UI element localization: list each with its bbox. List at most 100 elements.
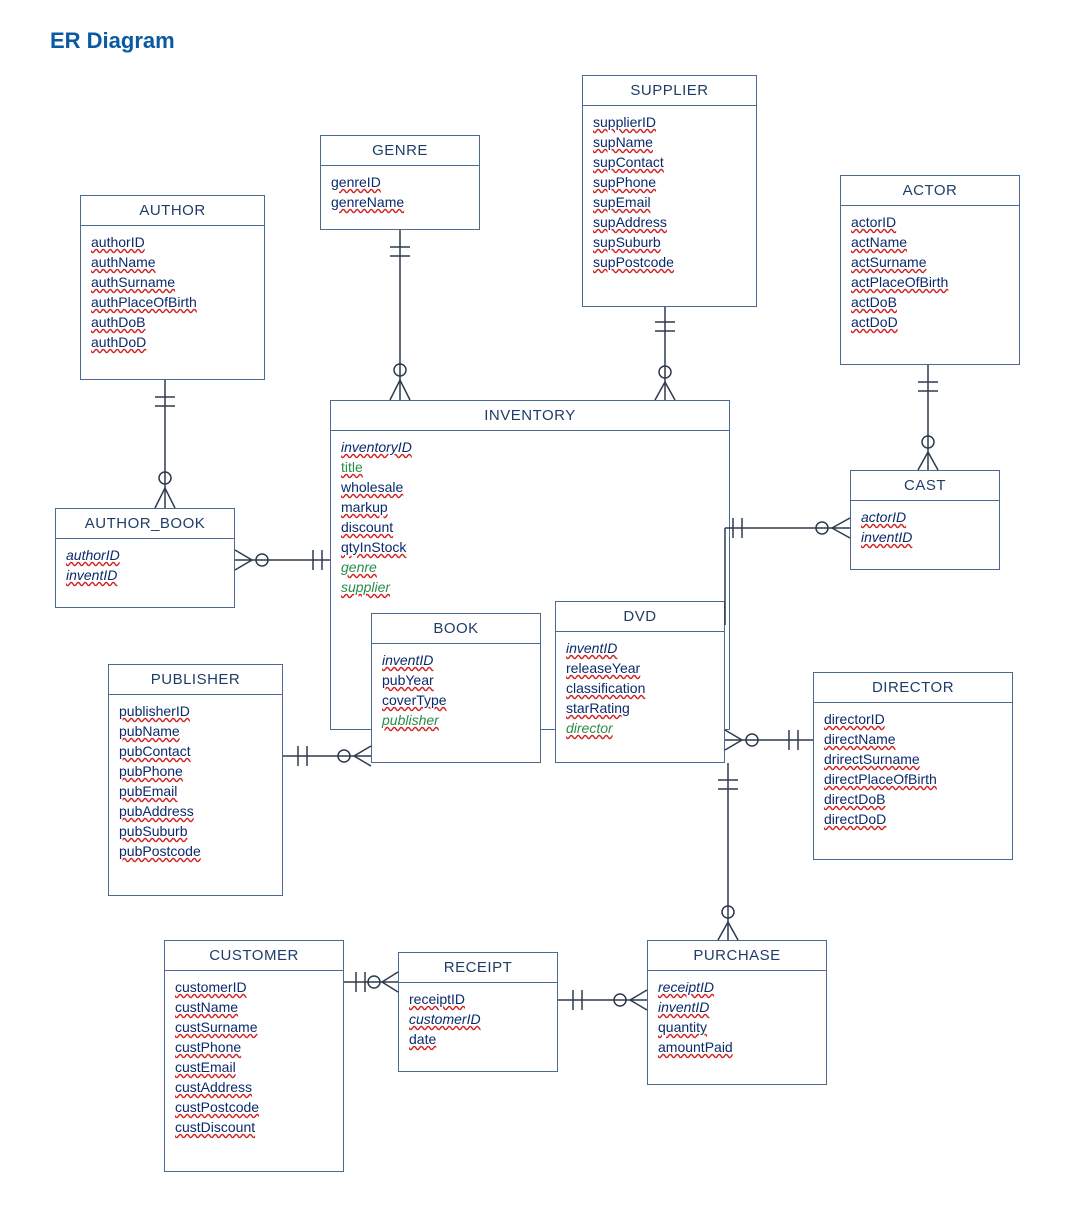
attribute: director — [566, 718, 714, 738]
entity-publisher: PUBLISHERpublisherIDpubNamepubContactpub… — [108, 664, 283, 896]
attribute: actorID — [861, 507, 989, 527]
attribute: supplierID — [593, 112, 746, 132]
attribute: amountPaid — [658, 1037, 816, 1057]
entity-title: BOOK — [372, 614, 540, 644]
attribute: inventID — [861, 527, 989, 547]
attribute: supEmail — [593, 192, 746, 212]
attribute: authSurname — [91, 272, 254, 292]
entity-attributes: inventoryIDtitlewholesalemarkupdiscountq… — [331, 431, 729, 607]
entity-cast: CASTactorIDinventID — [850, 470, 1000, 570]
attribute: directorID — [824, 709, 1002, 729]
entity-attributes: receiptIDinventIDquantityamountPaid — [648, 971, 826, 1067]
entity-dvd: DVDinventIDreleaseYearclassificationstar… — [555, 601, 725, 763]
entity-title: GENRE — [321, 136, 479, 166]
attribute: authorID — [66, 545, 224, 565]
attribute: supContact — [593, 152, 746, 172]
entity-attributes: actorIDactNameactSurnameactPlaceOfBirtha… — [841, 206, 1019, 342]
entity-title: RECEIPT — [399, 953, 557, 983]
entity-attributes: supplierIDsupNamesupContactsupPhonesupEm… — [583, 106, 756, 282]
entity-attributes: authorIDinventID — [56, 539, 234, 595]
entity-attributes: genreIDgenreName — [321, 166, 479, 222]
entity-attributes: inventIDreleaseYearclassificationstarRat… — [556, 632, 724, 748]
entity-genre: GENREgenreIDgenreName — [320, 135, 480, 230]
attribute: discount — [341, 517, 719, 537]
attribute: inventID — [658, 997, 816, 1017]
attribute: receiptID — [658, 977, 816, 997]
attribute: pubYear — [382, 670, 530, 690]
attribute: actSurname — [851, 252, 1009, 272]
attribute: actDoD — [851, 312, 1009, 332]
attribute: pubPhone — [119, 761, 272, 781]
entity-title: DVD — [556, 602, 724, 632]
attribute: pubContact — [119, 741, 272, 761]
attribute: genreName — [331, 192, 469, 212]
entity-attributes: directorIDdirectNamedrirectSurnamedirect… — [814, 703, 1012, 839]
entity-attributes: receiptIDcustomerIDdate — [399, 983, 557, 1059]
entity-author: AUTHORauthorIDauthNameauthSurnameauthPla… — [80, 195, 265, 380]
entity-title: SUPPLIER — [583, 76, 756, 106]
attribute: supPostcode — [593, 252, 746, 272]
attribute: actName — [851, 232, 1009, 252]
attribute: supSuburb — [593, 232, 746, 252]
entity-title: PUBLISHER — [109, 665, 282, 695]
attribute: pubPostcode — [119, 841, 272, 861]
attribute: supplier — [341, 577, 719, 597]
attribute: classification — [566, 678, 714, 698]
attribute: publisher — [382, 710, 530, 730]
attribute: directDoB — [824, 789, 1002, 809]
entity-book: BOOKinventIDpubYearcoverTypepublisher — [371, 613, 541, 763]
attribute: coverType — [382, 690, 530, 710]
entity-title: INVENTORY — [331, 401, 729, 431]
attribute: supPhone — [593, 172, 746, 192]
attribute: genre — [341, 557, 719, 577]
attribute: publisherID — [119, 701, 272, 721]
attribute: custPostcode — [175, 1097, 333, 1117]
attribute: date — [409, 1029, 547, 1049]
entity-customer: CUSTOMERcustomerIDcustNamecustSurnamecus… — [164, 940, 344, 1172]
attribute: directDoD — [824, 809, 1002, 829]
attribute: custAddress — [175, 1077, 333, 1097]
entity-attributes: publisherIDpubNamepubContactpubPhonepubE… — [109, 695, 282, 871]
attribute: supAddress — [593, 212, 746, 232]
attribute: genreID — [331, 172, 469, 192]
entity-title: CUSTOMER — [165, 941, 343, 971]
attribute: title — [341, 457, 719, 477]
attribute: markup — [341, 497, 719, 517]
attribute: authName — [91, 252, 254, 272]
entity-attributes: authorIDauthNameauthSurnameauthPlaceOfBi… — [81, 226, 264, 362]
attribute: custEmail — [175, 1057, 333, 1077]
attribute: starRating — [566, 698, 714, 718]
attribute: directPlaceOfBirth — [824, 769, 1002, 789]
entity-author_book: AUTHOR_BOOKauthorIDinventID — [55, 508, 235, 608]
entity-title: DIRECTOR — [814, 673, 1012, 703]
attribute: qtyInStock — [341, 537, 719, 557]
attribute: actPlaceOfBirth — [851, 272, 1009, 292]
entity-purchase: PURCHASEreceiptIDinventIDquantityamountP… — [647, 940, 827, 1085]
entity-supplier: SUPPLIERsupplierIDsupNamesupContactsupPh… — [582, 75, 757, 307]
attribute: supName — [593, 132, 746, 152]
attribute: inventID — [382, 650, 530, 670]
attribute: inventID — [66, 565, 224, 585]
entity-attributes: inventIDpubYearcoverTypepublisher — [372, 644, 540, 740]
attribute: custPhone — [175, 1037, 333, 1057]
attribute: inventoryID — [341, 437, 719, 457]
attribute: actorID — [851, 212, 1009, 232]
attribute: drirectSurname — [824, 749, 1002, 769]
attribute: custDiscount — [175, 1117, 333, 1137]
attribute: pubAddress — [119, 801, 272, 821]
attribute: directName — [824, 729, 1002, 749]
entity-title: AUTHOR_BOOK — [56, 509, 234, 539]
entity-attributes: actorIDinventID — [851, 501, 999, 557]
attribute: receiptID — [409, 989, 547, 1009]
attribute: authPlaceOfBirth — [91, 292, 254, 312]
entity-actor: ACTORactorIDactNameactSurnameactPlaceOfB… — [840, 175, 1020, 365]
attribute: inventID — [566, 638, 714, 658]
attribute: actDoB — [851, 292, 1009, 312]
page-title: ER Diagram — [50, 28, 175, 54]
entity-title: CAST — [851, 471, 999, 501]
attribute: pubEmail — [119, 781, 272, 801]
attribute: custSurname — [175, 1017, 333, 1037]
entity-title: AUTHOR — [81, 196, 264, 226]
attribute: pubSuburb — [119, 821, 272, 841]
attribute: wholesale — [341, 477, 719, 497]
